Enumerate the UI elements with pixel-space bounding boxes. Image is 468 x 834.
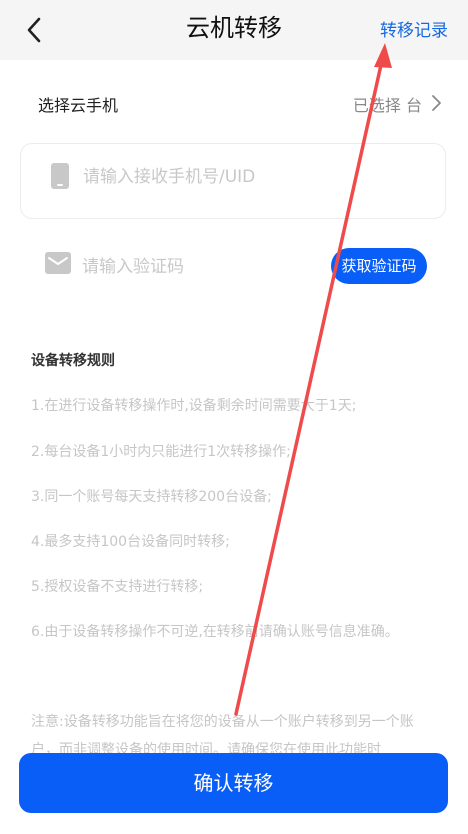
rule-item: 6.由于设备转移操作不可逆,在转移前请确认账号信息准确。 bbox=[31, 624, 399, 640]
verification-code-input[interactable] bbox=[82, 252, 312, 282]
receiver-phone-input[interactable] bbox=[83, 162, 413, 192]
rules-title: 设备转移规则 bbox=[31, 353, 115, 369]
mail-icon bbox=[45, 252, 71, 274]
chevron-right-icon bbox=[432, 95, 441, 111]
transfer-record-link[interactable]: 转移记录 bbox=[380, 16, 448, 41]
receiver-field bbox=[20, 143, 446, 219]
rule-item: 2.每台设备1小时内只能进行1次转移操作; bbox=[31, 444, 291, 460]
get-code-button[interactable]: 获取验证码 bbox=[331, 248, 427, 284]
header: 云机转移 转移记录 bbox=[0, 0, 468, 60]
phone-icon bbox=[51, 163, 69, 189]
rule-item: 4.最多支持100台设备同时转移; bbox=[31, 534, 230, 550]
rule-item: 1.在进行设备转移操作时,设备剩余时间需要大于1天; bbox=[31, 398, 357, 414]
verification-code-row: 获取验证码 bbox=[20, 240, 446, 296]
confirm-transfer-button[interactable]: 确认转移 bbox=[19, 753, 448, 813]
rule-item: 3.同一个账号每天支持转移200台设备; bbox=[31, 489, 272, 505]
select-cloud-phone-label: 选择云手机 bbox=[38, 96, 119, 115]
select-cloud-phone-row[interactable]: 选择云手机 已选择 台 bbox=[0, 80, 468, 126]
selected-count: 已选择 台 bbox=[352, 96, 422, 115]
rule-item: 5.授权设备不支持进行转移; bbox=[31, 579, 204, 595]
